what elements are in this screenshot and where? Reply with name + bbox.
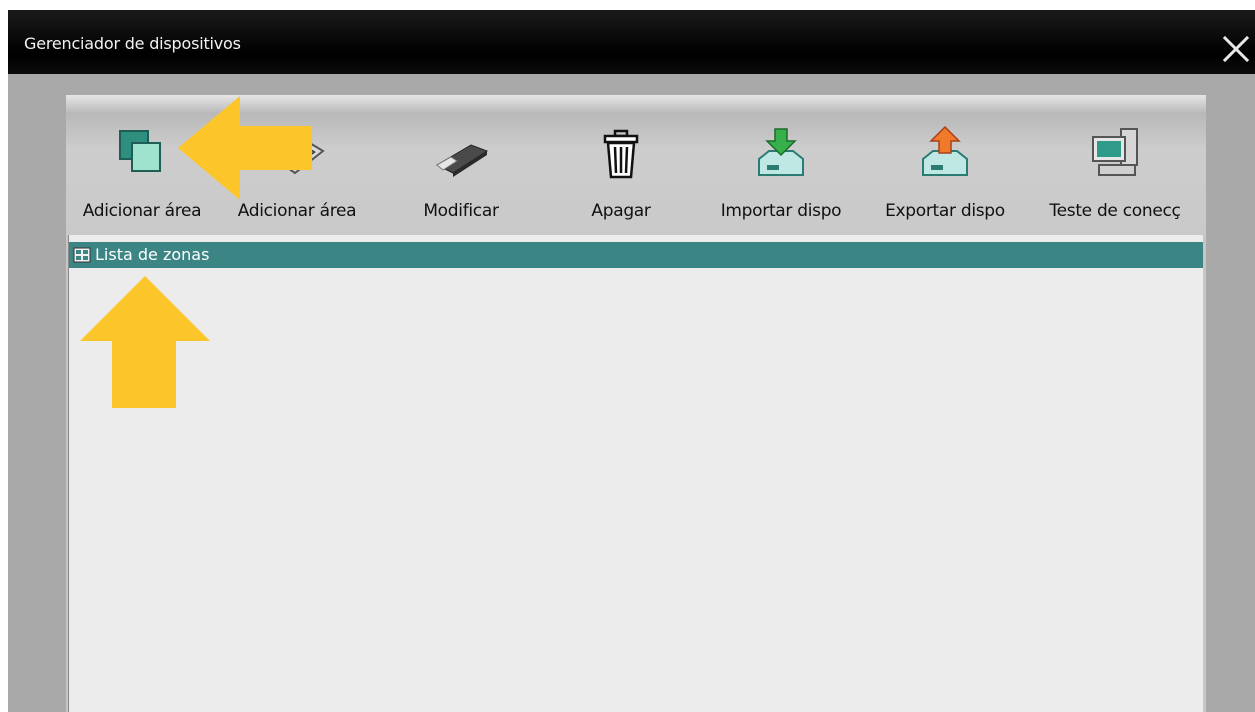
export-icon — [922, 125, 968, 176]
delete-button[interactable]: Apagar — [546, 113, 696, 235]
connection-test-label: Teste de conecç — [1049, 201, 1181, 221]
add-device-icon — [273, 137, 325, 175]
add-device-button[interactable]: Adicionar área — [218, 113, 376, 235]
modify-button[interactable]: Modificar — [376, 113, 546, 235]
tree-item-zone-list[interactable]: Lista de zonas — [69, 242, 1203, 268]
add-area-button[interactable]: Adicionar área — [66, 113, 218, 235]
device-manager-window: Gerenciador de dispositivos Adicionar ár… — [8, 10, 1255, 712]
trash-icon — [603, 129, 639, 179]
connection-test-button[interactable]: Teste de conecç — [1024, 113, 1206, 235]
delete-label: Apagar — [591, 201, 651, 221]
connection-test-icon — [1092, 128, 1138, 176]
import-label: Importar dispo — [720, 201, 842, 221]
add-device-label: Adicionar área — [237, 201, 357, 221]
toolbar-strip — [66, 95, 1206, 113]
close-button[interactable] — [1219, 32, 1253, 66]
modify-icon — [435, 144, 489, 177]
zone-list-icon — [73, 247, 91, 263]
export-label: Exportar dispo — [885, 201, 1005, 221]
zone-tree: Lista de zonas — [68, 235, 1203, 712]
zone-list-label: Lista de zonas — [95, 245, 210, 264]
toolbar: Adicionar área Adicionar área Modificar — [66, 113, 1206, 235]
main-panel: Adicionar área Adicionar área Modificar — [66, 95, 1206, 712]
add-area-label: Adicionar área — [82, 201, 202, 221]
import-button[interactable]: Importar dispo — [696, 113, 866, 235]
modify-label: Modificar — [423, 201, 499, 221]
add-area-icon — [119, 130, 161, 172]
import-icon — [758, 128, 804, 176]
export-button[interactable]: Exportar dispo — [866, 113, 1024, 235]
window-title: Gerenciador de dispositivos — [24, 34, 241, 53]
title-bar: Gerenciador de dispositivos — [8, 10, 1255, 74]
close-icon — [1222, 35, 1250, 63]
